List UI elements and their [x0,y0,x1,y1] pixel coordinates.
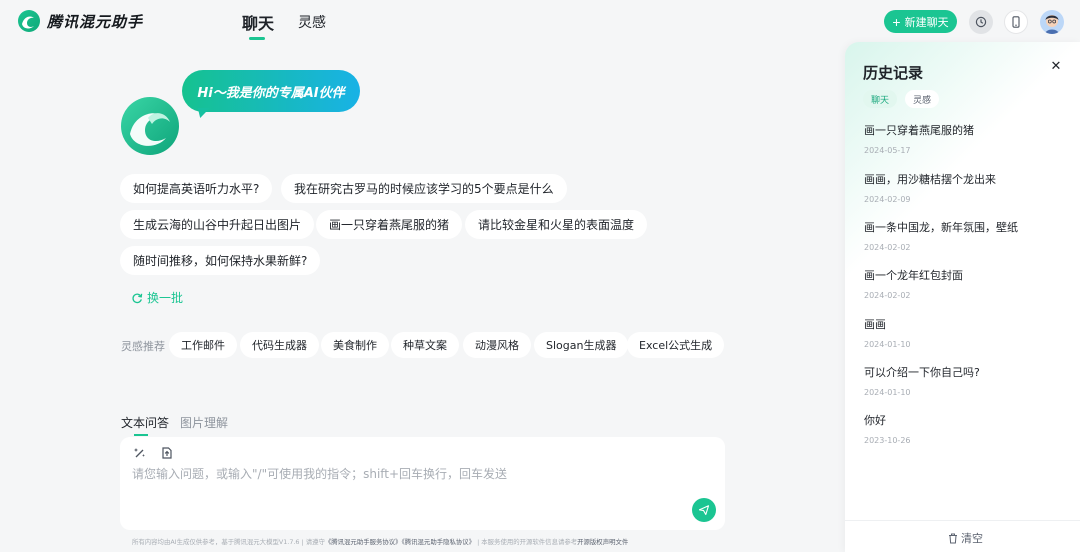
mode-tab-text-qa[interactable]: 文本问答 [121,414,169,436]
refresh-suggestions-button[interactable]: 换一批 [131,289,183,306]
disclaimer: 所有内容均由AI生成仅供参考，基于腾讯混元大模型V1.7.6 | 请遵守《腾讯混… [132,537,732,546]
hunyuan-bot-avatar-icon [121,97,179,155]
clear-history-label: 清空 [961,532,983,545]
upload-file-icon[interactable] [160,446,174,460]
open-source-license-link[interactable]: 开源版权声明文件 [577,538,628,546]
magic-wand-icon[interactable] [133,446,147,460]
chat-input[interactable] [132,467,692,481]
history-item[interactable]: 画一只穿着燕尾服的猪 2024-05-17 [864,122,1064,155]
inspiration-chip[interactable]: 工作邮件 [169,332,237,358]
history-item[interactable]: 画画，用沙糖桔摆个龙出来 2024-02-09 [864,171,1064,204]
inspiration-chip[interactable]: 种草文案 [391,332,459,358]
history-button[interactable] [969,10,993,34]
history-clock-icon [975,16,987,28]
history-item-date: 2024-02-02 [864,291,911,300]
send-button[interactable] [692,498,716,522]
history-item-date: 2024-01-10 [864,388,911,397]
history-item-date: 2024-02-09 [864,195,911,204]
mobile-app-button[interactable] [1004,10,1028,34]
mobile-phone-icon [1012,16,1020,28]
greeting-bubble-tail [194,108,210,118]
inspiration-chip[interactable]: 代码生成器 [240,332,319,358]
history-item[interactable]: 画一条中国龙，新年氛围，壁纸 2024-02-02 [864,219,1064,252]
inspiration-chip[interactable]: Slogan生成器 [534,332,629,358]
suggestion-chip[interactable]: 如何提高英语听力水平? [120,174,273,203]
inspiration-chip[interactable]: 美食制作 [321,332,389,358]
history-item[interactable]: 画一个龙年红包封面 2024-02-02 [864,267,1064,300]
history-item[interactable]: 可以介绍一下你自己吗? 2024-01-10 [864,364,1064,397]
history-item-title: 可以介绍一下你自己吗? [864,366,980,379]
suggestion-chip[interactable]: 请比较金星和火星的表面温度 [465,210,648,239]
inspiration-chip[interactable]: Excel公式生成 [627,332,725,358]
plus-icon: + [892,13,901,30]
inspiration-chip[interactable]: 动漫风格 [463,332,531,358]
hunyuan-logo-icon [18,10,40,32]
history-item-date: 2024-02-02 [864,243,911,252]
panel-divider [845,520,1080,521]
brand-logo[interactable]: 腾讯混元助手 [17,9,143,33]
top-bar: 腾讯混元助手 聊天 灵感 + 新建聊天 [0,0,1080,42]
new-chat-label: 新建聊天 [904,16,949,29]
history-item-title: 你好 [864,414,886,427]
privacy-agreement-link[interactable]: 《腾讯混元助手隐私协议》 [402,538,476,546]
history-item-date: 2023-10-26 [864,436,911,445]
chat-main: Hi～我是你的专属AI伙伴 如何提高英语听力水平? 我在研究古罗马的时候应该学习… [0,42,845,552]
service-agreement-link[interactable]: 《腾讯混元助手服务协议》 [325,538,402,546]
suggestion-chip[interactable]: 画一只穿着燕尾服的猪 [316,210,463,239]
new-chat-button[interactable]: + 新建聊天 [884,10,957,33]
mode-tab-image-understanding[interactable]: 图片理解 [180,414,228,431]
history-tab-inspiration[interactable]: 灵感 [905,90,940,108]
history-panel: 历史记录 ✕ 聊天 灵感 画一只穿着燕尾服的猪 2024-05-17 画画，用沙… [845,42,1080,552]
disclaimer-text: 所有内容均由AI生成仅供参考，基于腾讯混元大模型V1.7.6 | 请遵守 [132,538,325,546]
user-avatar[interactable] [1040,10,1064,34]
tab-chat[interactable]: 聊天 [242,10,274,40]
inspiration-label: 灵感推荐 [121,340,165,353]
history-item-date: 2024-01-10 [864,340,911,349]
suggestion-chip[interactable]: 随时间推移，如何保持水果新鲜? [120,246,321,275]
refresh-label: 换一批 [147,291,184,305]
user-avatar-icon [1040,10,1064,34]
close-icon[interactable]: ✕ [1048,59,1064,75]
trash-icon [949,533,957,543]
suggestion-chip[interactable]: 生成云海的山谷中升起日出图片 [120,210,315,239]
clear-history-button[interactable]: 清空 [948,530,983,546]
history-item-title: 画一条中国龙，新年氛围，壁纸 [864,221,1018,234]
history-item[interactable]: 画画 2024-01-10 [864,316,1064,349]
composer [120,437,725,530]
history-tab-chat[interactable]: 聊天 [863,90,898,108]
history-item[interactable]: 你好 2023-10-26 [864,412,1064,445]
history-item-title: 画一个龙年红包封面 [864,269,963,282]
greeting-bubble: Hi～我是你的专属AI伙伴 [182,70,360,112]
history-item-title: 画画，用沙糖桔摆个龙出来 [864,173,996,186]
send-icon [698,505,710,516]
history-item-title: 画一只穿着燕尾服的猪 [864,124,974,137]
history-item-date: 2024-05-17 [864,146,911,155]
history-title: 历史记录 [863,64,924,82]
brand-name: 腾讯混元助手 [47,12,144,31]
tab-inspiration[interactable]: 灵感 [298,12,326,32]
disclaimer-text-2: | 本服务使用的开源软件信息请参考 [475,538,578,546]
history-item-title: 画画 [864,318,886,331]
refresh-icon [132,293,143,303]
suggestion-chip[interactable]: 我在研究古罗马的时候应该学习的5个要点是什么 [281,174,567,203]
